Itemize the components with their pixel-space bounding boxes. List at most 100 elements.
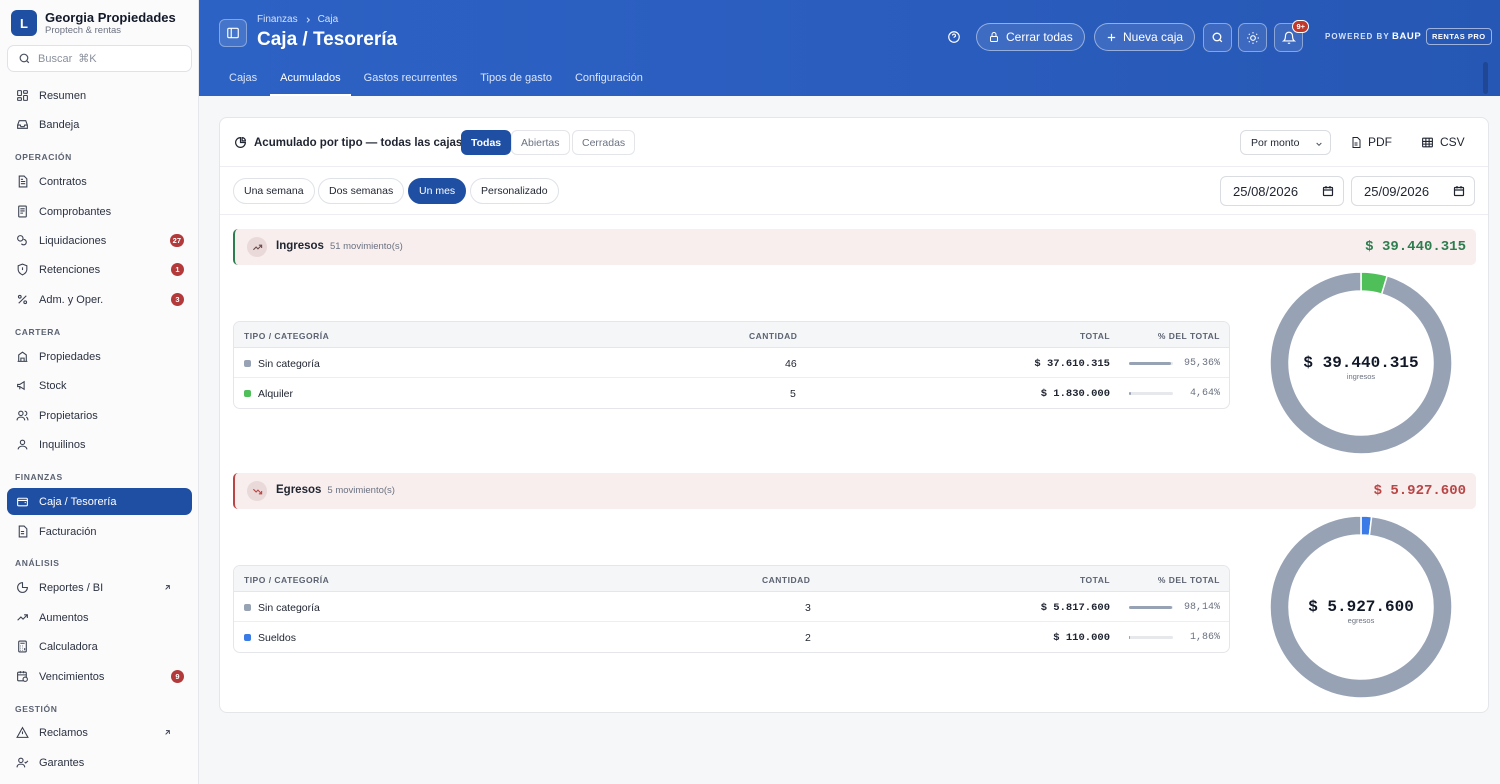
sidebar-item-liquidaciones[interactable]: Liquidaciones 27 bbox=[7, 227, 192, 254]
group-name: Egresos 5 movimiento(s) bbox=[276, 484, 395, 496]
column-total: TOTAL bbox=[1080, 331, 1111, 341]
group-title: Ingresos bbox=[276, 240, 324, 252]
tab-acumulados[interactable]: Acumulados bbox=[270, 70, 351, 96]
sidebar-item-facturacion[interactable]: Facturación bbox=[7, 518, 192, 545]
scrollbar[interactable] bbox=[1483, 62, 1488, 94]
sidebar-item-resumen[interactable]: Resumen bbox=[7, 82, 192, 109]
shield-icon bbox=[16, 263, 39, 276]
filter-cerradas[interactable]: Cerradas bbox=[572, 130, 636, 155]
receipt-icon bbox=[16, 205, 39, 218]
date-to-input[interactable]: 25/09/2026 bbox=[1351, 176, 1475, 206]
group-name: Ingresos 51 movimiento(s) bbox=[276, 240, 403, 252]
sidebar-item-reclamos[interactable]: Reclamos bbox=[7, 719, 192, 746]
range-personalizado[interactable]: Personalizado bbox=[470, 178, 559, 204]
export-pdf-button[interactable]: PDF bbox=[1350, 135, 1392, 149]
sidebar-item-garantes[interactable]: Garantes bbox=[7, 749, 192, 776]
sidebar-toggle-button[interactable] bbox=[219, 19, 247, 47]
tab-configuracion[interactable]: Configuración bbox=[565, 70, 653, 96]
panel-header: Acumulado por tipo — todas las cajas Tod… bbox=[220, 118, 1488, 167]
user-check-icon bbox=[16, 756, 39, 769]
help-icon[interactable] bbox=[947, 30, 961, 44]
sidebar-item-inquilinos[interactable]: Inquilinos bbox=[7, 431, 192, 458]
plus-icon bbox=[1106, 32, 1123, 43]
search-placeholder: Buscar bbox=[38, 52, 73, 65]
group-header-egresos[interactable]: Egresos 5 movimiento(s) $ 5.927.600 bbox=[233, 473, 1476, 509]
breadcrumb-item[interactable]: Finanzas bbox=[257, 14, 298, 25]
brand[interactable]: L Georgia Propiedades Proptech & rentas bbox=[11, 10, 176, 36]
close-all-button[interactable]: Cerrar todas bbox=[976, 23, 1085, 51]
sidebar-item-label: Bandeja bbox=[39, 118, 80, 131]
table-row[interactable]: Alquiler 5 $ 1.830.000 4,64% bbox=[234, 379, 1229, 408]
filter-todas[interactable]: Todas bbox=[461, 130, 512, 155]
sidebar-item-reportes-bi[interactable]: Reportes / BI bbox=[7, 574, 192, 601]
bell-icon bbox=[1281, 31, 1296, 45]
wallet-icon bbox=[16, 495, 39, 508]
invoice-icon bbox=[16, 525, 39, 538]
sidebar-item-label: Vencimientos bbox=[39, 670, 105, 683]
panel-left-icon bbox=[226, 26, 240, 40]
sidebar-item-calculadora[interactable]: Calculadora bbox=[7, 633, 192, 660]
brand-subtitle: Proptech & rentas bbox=[45, 25, 122, 36]
table-row[interactable]: Sueldos 2 $ 110.000 1,86% bbox=[234, 623, 1229, 652]
sidebar-item-propietarios[interactable]: Propietarios bbox=[7, 402, 192, 429]
document-icon bbox=[16, 175, 39, 188]
sidebar-item-label: Liquidaciones bbox=[39, 234, 107, 247]
sidebar-item-adm-oper[interactable]: Adm. y Oper. 3 bbox=[7, 286, 192, 313]
megaphone-icon bbox=[16, 379, 39, 392]
sidebar-item-comprobantes[interactable]: Comprobantes bbox=[7, 198, 192, 225]
brand-logo: L bbox=[11, 10, 37, 36]
sidebar-item-label: Inquilinos bbox=[39, 438, 86, 451]
notifications-button[interactable]: 9+ bbox=[1274, 20, 1309, 52]
table-row[interactable]: Sin categoría 46 $ 37.610.315 95,36% bbox=[234, 349, 1229, 378]
export-csv-button[interactable]: CSV bbox=[1421, 135, 1465, 149]
sidebar-item-label: Resumen bbox=[39, 89, 87, 102]
category-pct: 1,86% bbox=[1189, 632, 1220, 643]
search-shortcut: ⌘K bbox=[78, 53, 97, 65]
sidebar-item-propiedades[interactable]: Propiedades bbox=[7, 343, 192, 370]
range-un-mes[interactable]: Un mes bbox=[408, 178, 467, 204]
sidebar-item-label: Garantes bbox=[39, 756, 85, 769]
sidebar-item-stock[interactable]: Stock bbox=[7, 372, 192, 399]
theme-toggle-button[interactable] bbox=[1238, 23, 1267, 52]
lock-icon bbox=[988, 31, 1006, 43]
sidebar-item-retenciones[interactable]: Retenciones 1 bbox=[7, 256, 192, 283]
export-csv-label: CSV bbox=[1440, 135, 1465, 149]
date-from-input[interactable]: 25/08/2026 bbox=[1220, 176, 1344, 206]
tab-tipos-de-gasto[interactable]: Tipos de gasto bbox=[470, 70, 562, 96]
category-pct: 98,14% bbox=[1183, 602, 1220, 613]
category-total: $ 5.817.600 bbox=[1040, 602, 1110, 614]
tab-gastos-recurrentes[interactable]: Gastos recurrentes bbox=[354, 70, 468, 96]
sidebar-item-label: Adm. y Oper. bbox=[39, 293, 104, 306]
sidebar-item-bandeja[interactable]: Bandeja bbox=[7, 111, 192, 138]
sidebar-item-contratos[interactable]: Contratos bbox=[7, 168, 192, 195]
share-bar bbox=[1129, 362, 1173, 365]
tab-cajas[interactable]: Cajas bbox=[219, 70, 267, 96]
donut-label: ingresos bbox=[1346, 372, 1376, 381]
section-label-gestion: GESTIÓN bbox=[15, 704, 58, 714]
sidebar-item-label: Aumentos bbox=[39, 611, 89, 624]
warning-icon bbox=[16, 726, 39, 739]
search-input[interactable]: Buscar ⌘K bbox=[7, 45, 192, 72]
sun-icon bbox=[1246, 31, 1260, 45]
vencimientos-badge: 9 bbox=[171, 670, 184, 683]
share-bar bbox=[1129, 606, 1173, 609]
section-label-finanzas: FINANZAS bbox=[15, 472, 63, 482]
user-icon bbox=[16, 438, 39, 451]
sidebar-item-caja-tesoreria[interactable]: Caja / Tesorería bbox=[7, 488, 192, 515]
new-box-button[interactable]: Nueva caja bbox=[1094, 23, 1196, 51]
column-pct: % DEL TOTAL bbox=[1157, 331, 1220, 341]
sort-select[interactable]: Por monto bbox=[1240, 130, 1331, 155]
range-dos-semanas[interactable]: Dos semanas bbox=[318, 178, 405, 204]
group-header-ingresos[interactable]: Ingresos 51 movimiento(s) $ 39.440.315 bbox=[233, 229, 1476, 265]
column-type: TIPO / CATEGORÍA bbox=[244, 575, 330, 585]
search-button[interactable] bbox=[1203, 23, 1232, 52]
breadcrumb-item[interactable]: Caja bbox=[318, 14, 339, 25]
pie-chart-icon bbox=[16, 581, 39, 594]
sidebar-item-aumentos[interactable]: Aumentos bbox=[7, 604, 192, 631]
category-pct: 95,36% bbox=[1183, 358, 1220, 369]
ingresos-table: TIPO / CATEGORÍA CANTIDAD TOTAL % DEL TO… bbox=[233, 321, 1230, 409]
range-una-semana[interactable]: Una semana bbox=[233, 178, 315, 204]
table-row[interactable]: Sin categoría 3 $ 5.817.600 98,14% bbox=[234, 593, 1229, 622]
filter-abiertas[interactable]: Abiertas bbox=[511, 130, 570, 155]
sidebar-item-vencimientos[interactable]: Vencimientos 9 bbox=[7, 663, 192, 690]
